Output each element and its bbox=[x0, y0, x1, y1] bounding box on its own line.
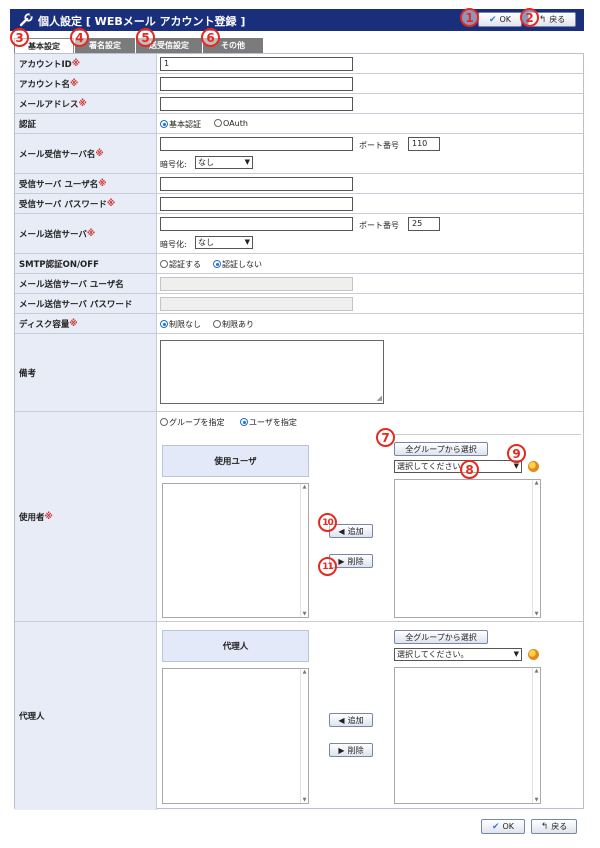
row-users: 使用者 ※ グループを指定 ユーザを指定 使用ユーザ ▲ ▼ 全グループから選択 選… bbox=[15, 412, 583, 622]
row-mail-address: メールアドレス ※ bbox=[15, 94, 583, 114]
scrollbar[interactable]: ▲ ▼ bbox=[532, 480, 540, 617]
smtp-auth-on-radio[interactable]: 認証する bbox=[160, 259, 201, 270]
row-recv-pass: 受信サーバ パスワード ※ bbox=[15, 194, 583, 214]
send-pass-input[interactable] bbox=[160, 297, 353, 311]
auth-basic-radio[interactable]: 基本認証 bbox=[160, 119, 201, 130]
scrollbar[interactable]: ▲ ▼ bbox=[300, 484, 308, 617]
arrow-right-icon: ▶ bbox=[338, 745, 345, 755]
users-mode-user-radio[interactable]: ユーザを指定 bbox=[240, 417, 297, 428]
auth-oauth-radio[interactable]: OAuth bbox=[214, 119, 248, 128]
wrench-icon bbox=[19, 13, 33, 27]
back-arrow-icon: ↰ bbox=[540, 821, 549, 832]
back-label: 戻る bbox=[549, 15, 566, 24]
send-user-input[interactable] bbox=[160, 277, 353, 291]
check-icon: ✔ bbox=[491, 821, 500, 832]
check-icon: ✔ bbox=[488, 14, 497, 25]
row-send-pass: メール送信サーバ パスワード bbox=[15, 294, 583, 314]
scrollbar[interactable]: ▲ ▼ bbox=[300, 669, 308, 803]
mail-address-input[interactable] bbox=[160, 97, 353, 111]
arrow-right-icon: ▶ bbox=[338, 556, 345, 566]
disk-limited-radio[interactable]: 制限あり bbox=[213, 319, 254, 330]
footer-back-button[interactable]: ↰ 戻る bbox=[531, 819, 577, 834]
recv-port-input[interactable]: 110 bbox=[408, 137, 440, 151]
title-bar: 個人設定 [ WEBメール アカウント登録 ] ✔ OK ↰ 戻る bbox=[10, 9, 584, 31]
settings-gear-icon[interactable] bbox=[528, 649, 539, 660]
annotation-marker: 1 bbox=[460, 8, 479, 27]
chevron-down-icon: ▼ bbox=[244, 238, 250, 246]
send-encryption-select[interactable]: なし ▼ bbox=[195, 236, 253, 249]
scrollbar[interactable]: ▲ ▼ bbox=[532, 668, 540, 803]
row-account-name: アカウント名 ※ bbox=[15, 74, 583, 94]
row-smtp-auth: SMTP認証ON/OFF 認証する 認証しない bbox=[15, 254, 583, 274]
proxy-candidate-list[interactable]: ▲ ▼ bbox=[394, 667, 541, 804]
row-account-id: アカウントID ※ 1 bbox=[15, 54, 583, 74]
row-recv-user: 受信サーバ ユーザ名 ※ bbox=[15, 174, 583, 194]
recv-user-input[interactable] bbox=[160, 177, 353, 191]
row-disk: ディスク容量 ※ 制限なし 制限あり bbox=[15, 314, 583, 334]
chevron-down-icon: ▼ bbox=[244, 158, 250, 166]
ok-button[interactable]: ✔ OK bbox=[478, 12, 522, 27]
proxy-add-button[interactable]: ◀ 追加 bbox=[329, 713, 373, 727]
smtp-auth-off-radio[interactable]: 認証しない bbox=[213, 259, 262, 270]
recv-pass-input[interactable] bbox=[160, 197, 353, 211]
row-auth: 認証 基本認証 OAuth bbox=[15, 114, 583, 134]
chevron-down-icon: ▼ bbox=[513, 650, 519, 658]
proxy-all-groups-button[interactable]: 全グループから選択 bbox=[394, 630, 488, 644]
annotation-marker: 9 bbox=[507, 444, 526, 463]
footer-ok-button[interactable]: ✔ OK bbox=[481, 819, 525, 834]
ok-label: OK bbox=[499, 15, 512, 24]
proxy-selected-list[interactable]: ▲ ▼ bbox=[162, 668, 309, 804]
row-recv-server: メール受信サーバ名 ※ ポート番号 110 暗号化: なし ▼ bbox=[15, 134, 583, 174]
account-name-input[interactable] bbox=[160, 77, 353, 91]
annotation-marker: 3 bbox=[10, 28, 29, 47]
users-group-select[interactable]: 選択してください。 ▼ bbox=[394, 460, 522, 473]
annotation-marker: 8 bbox=[460, 460, 479, 479]
users-selected-list[interactable]: ▲ ▼ bbox=[162, 483, 309, 618]
row-send-server: メール送信サーバ ※ ポート番号 25 暗号化: なし ▼ bbox=[15, 214, 583, 254]
account-form: アカウントID ※ 1 アカウント名 ※ メールアドレス ※ 認証 基本認証 OAut… bbox=[14, 53, 584, 810]
users-all-groups-button[interactable]: 全グループから選択 bbox=[394, 442, 488, 456]
proxy-list-header: 代理人 bbox=[162, 630, 309, 662]
back-arrow-icon: ↰ bbox=[538, 14, 547, 25]
annotation-marker: 10 bbox=[318, 513, 337, 532]
settings-gear-icon[interactable] bbox=[528, 461, 539, 472]
disk-unlimited-radio[interactable]: 制限なし bbox=[160, 319, 201, 330]
users-list-header: 使用ユーザ bbox=[162, 445, 309, 477]
annotation-marker: 6 bbox=[201, 28, 220, 47]
proxy-remove-button[interactable]: ▶ 削除 bbox=[329, 743, 373, 757]
page-title: 個人設定 [ WEBメール アカウント登録 ] bbox=[38, 15, 246, 28]
annotation-marker: 5 bbox=[136, 28, 155, 47]
resize-grip-icon: ◢ bbox=[376, 394, 382, 402]
recv-encryption-select[interactable]: なし ▼ bbox=[195, 156, 253, 169]
row-proxy: 代理人 代理人 ▲ ▼ 全グループから選択 選択してください。 ▼ ▲ ▼ ◀ 追加 ▶… bbox=[15, 622, 583, 810]
users-candidate-list[interactable]: ▲ ▼ bbox=[394, 479, 541, 618]
arrow-left-icon: ◀ bbox=[338, 715, 345, 725]
send-server-input[interactable] bbox=[160, 217, 353, 231]
recv-server-input[interactable] bbox=[160, 137, 353, 151]
divider bbox=[393, 434, 581, 435]
annotation-marker: 7 bbox=[376, 428, 395, 447]
users-mode-group-radio[interactable]: グループを指定 bbox=[160, 417, 225, 428]
annotation-marker: 2 bbox=[520, 8, 539, 27]
memo-textarea[interactable]: ◢ bbox=[160, 340, 384, 404]
annotation-marker: 11 bbox=[318, 557, 337, 576]
annotation-marker: 4 bbox=[70, 28, 89, 47]
row-send-user: メール送信サーバ ユーザ名 bbox=[15, 274, 583, 294]
proxy-group-select[interactable]: 選択してください。 ▼ bbox=[394, 648, 522, 661]
row-memo: 備考 ◢ bbox=[15, 334, 583, 412]
arrow-left-icon: ◀ bbox=[338, 526, 345, 536]
send-port-input[interactable]: 25 bbox=[408, 217, 440, 231]
account-id-input[interactable]: 1 bbox=[160, 57, 353, 71]
